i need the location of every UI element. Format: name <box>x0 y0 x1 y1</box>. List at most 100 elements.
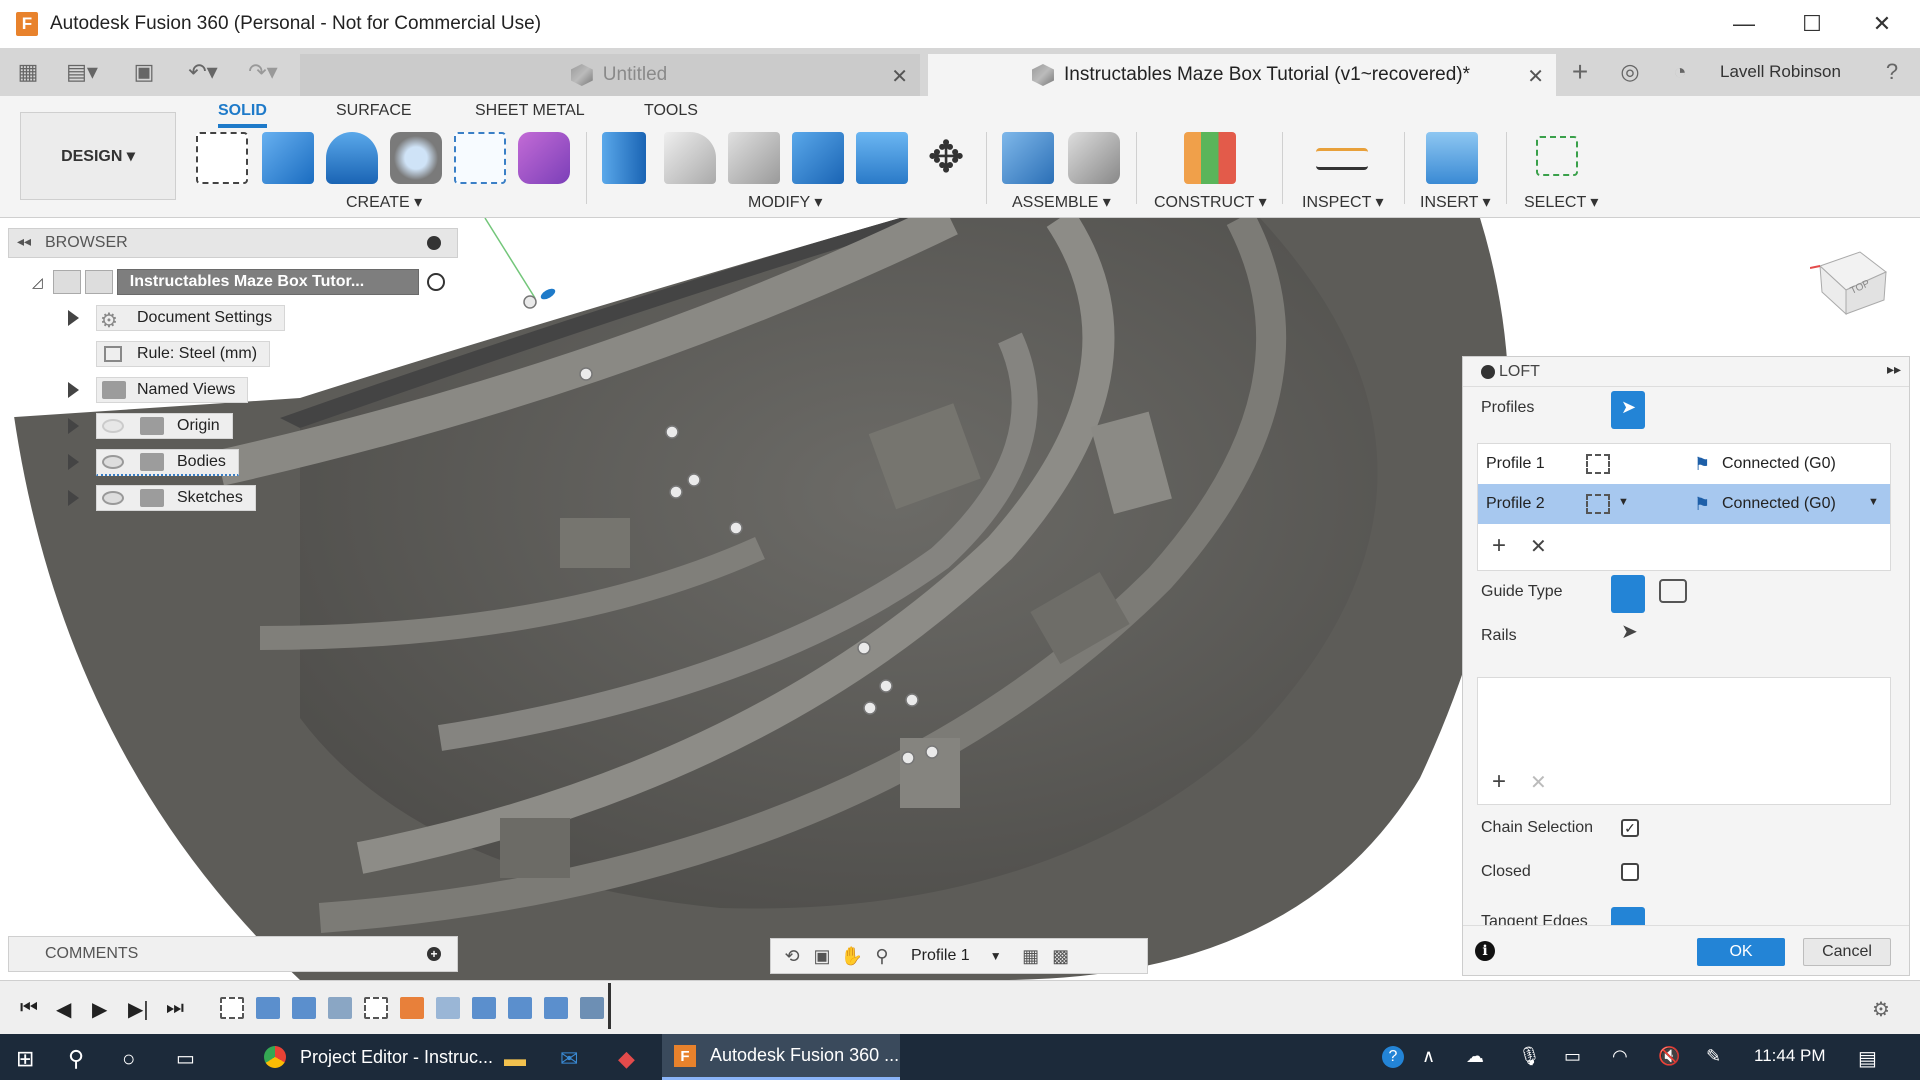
grid-settings-icon[interactable]: ▩ <box>1046 944 1076 968</box>
expand-arrow-icon[interactable] <box>68 418 79 434</box>
pen-icon[interactable]: ✎ <box>1706 1046 1721 1067</box>
revolve-icon[interactable] <box>326 132 378 184</box>
look-at-icon[interactable]: ▣ <box>807 944 837 968</box>
go-to-end-icon[interactable]: ⏭ <box>166 997 184 1020</box>
rectangular-pattern-icon[interactable] <box>454 132 506 184</box>
rails-cursor-icon[interactable]: ➤ <box>1621 619 1638 644</box>
add-comment-icon[interactable]: + <box>427 947 441 961</box>
end-condition-icon[interactable] <box>1586 454 1610 474</box>
windows-start-icon[interactable]: ⊞ <box>16 1046 34 1072</box>
job-status-icon[interactable]: ◎ <box>1614 56 1646 88</box>
search-icon[interactable]: ⚲ <box>68 1046 84 1072</box>
closed-checkbox[interactable] <box>1621 863 1639 881</box>
profiles-select-button[interactable]: ➤ <box>1611 391 1645 429</box>
visibility-hidden-icon[interactable] <box>102 419 124 433</box>
taskbar-item-chrome[interactable]: Project Editor - Instruc... <box>252 1034 652 1080</box>
timeline-marker[interactable] <box>608 983 611 1029</box>
tab-untitled[interactable]: Untitled ✕ <box>300 54 920 96</box>
battery-icon[interactable]: ▭ <box>1564 1046 1581 1067</box>
display-settings-icon[interactable]: ▦ <box>1016 944 1046 968</box>
user-name[interactable]: Lavell Robinson <box>1720 62 1841 82</box>
continuity-value[interactable]: Connected (G0) <box>1722 495 1836 513</box>
offset-feature-icon[interactable] <box>436 997 460 1019</box>
chain-selection-checkbox[interactable]: ✓ <box>1621 819 1639 837</box>
dropdown-arrow-icon[interactable]: ▼ <box>990 949 1002 963</box>
undo-icon[interactable]: ↶▾ <box>180 56 226 88</box>
create-form-icon[interactable] <box>518 132 570 184</box>
collapse-arrow-icon[interactable]: ◿ <box>32 274 43 291</box>
remove-profile-icon[interactable]: ✕ <box>1530 534 1547 559</box>
tab-surface[interactable]: SURFACE <box>336 102 412 120</box>
tangent-edges-merge-button[interactable] <box>1611 907 1645 925</box>
minimize-panel-icon[interactable] <box>427 236 441 250</box>
taskbar-item-fusion[interactable]: F Autodesk Fusion 360 ... <box>662 1034 900 1080</box>
wifi-icon[interactable]: ◠ <box>1612 1046 1628 1067</box>
onedrive-icon[interactable]: ☁ <box>1466 1046 1484 1067</box>
measure-icon[interactable] <box>1316 148 1368 170</box>
orbit-icon[interactable]: ⟲ <box>777 944 807 968</box>
browser-item-bodies[interactable]: Bodies <box>60 448 239 476</box>
visibility-eye-icon[interactable] <box>102 491 124 505</box>
file-explorer-icon[interactable]: ▬ <box>504 1046 526 1072</box>
shell-icon[interactable] <box>792 132 844 184</box>
help-icon[interactable]: ? <box>1876 56 1908 88</box>
new-component-icon[interactable] <box>1002 132 1054 184</box>
browser-item-origin[interactable]: Origin <box>60 412 233 440</box>
revolve-feature-icon[interactable] <box>256 997 280 1019</box>
expand-arrow-icon[interactable] <box>68 382 79 398</box>
create-menu[interactable]: CREATE ▾ <box>346 192 422 212</box>
new-tab-icon[interactable]: + <box>1564 56 1596 88</box>
info-icon[interactable]: i <box>1475 941 1495 961</box>
centerline-guide-icon[interactable] <box>1659 579 1687 603</box>
cancel-button[interactable]: Cancel <box>1803 938 1891 966</box>
construct-menu[interactable]: CONSTRUCT ▾ <box>1154 192 1267 212</box>
task-view-icon[interactable]: ▭ <box>176 1046 195 1071</box>
go-to-start-icon[interactable]: ⏮ <box>20 997 38 1020</box>
volume-muted-icon[interactable]: 🔇 <box>1658 1046 1680 1067</box>
extrude-icon[interactable] <box>262 132 314 184</box>
collapse-dialog-icon[interactable] <box>1481 365 1495 379</box>
expand-arrow-icon[interactable] <box>68 310 79 326</box>
zoom-icon[interactable]: ⚲ <box>867 944 897 968</box>
visibility-eye-icon[interactable] <box>102 455 124 469</box>
assemble-menu[interactable]: ASSEMBLE ▾ <box>1012 192 1111 212</box>
hole-icon[interactable] <box>390 132 442 184</box>
expand-dialog-icon[interactable]: ▸▸ <box>1887 361 1901 378</box>
add-rail-icon[interactable]: + <box>1492 768 1506 796</box>
select-window-icon[interactable] <box>1536 136 1578 176</box>
browser-item-sketches[interactable]: Sketches <box>60 484 256 512</box>
continuity-value[interactable]: Connected (G0) <box>1722 455 1836 473</box>
extrude-feature-icon[interactable] <box>472 997 496 1019</box>
insert-menu[interactable]: INSERT ▾ <box>1420 192 1491 212</box>
close-tab-icon[interactable]: ✕ <box>891 64 908 89</box>
close-window-button[interactable]: ✕ <box>1854 0 1910 48</box>
view-cube[interactable]: TOP <box>1809 246 1890 316</box>
profile-row[interactable]: Profile 1 ⚑ Connected (G0) <box>1478 444 1890 484</box>
ok-button[interactable]: OK <box>1697 938 1785 966</box>
browser-item-document-settings[interactable]: ⚙ Document Settings <box>60 304 286 332</box>
guide-rails-button[interactable] <box>1611 575 1645 613</box>
browser-item-rule[interactable]: Rule: Steel (mm) <box>60 340 271 368</box>
insert-image-icon[interactable] <box>1426 132 1478 184</box>
tab-solid[interactable]: SOLID <box>218 102 267 128</box>
profile-selector[interactable]: Profile 1 <box>911 947 970 965</box>
show-hidden-icons[interactable]: ∧ <box>1422 1046 1435 1067</box>
profile-row[interactable]: Profile 2 ▼ ⚑ Connected (G0) ▼ <box>1478 484 1890 524</box>
sketch-feature-icon[interactable] <box>220 997 244 1019</box>
browser-root-row[interactable]: ◿ Instructables Maze Box Tutor... <box>32 268 445 296</box>
extrude-feature-icon[interactable] <box>292 997 316 1019</box>
modify-menu[interactable]: MODIFY ▾ <box>748 192 822 212</box>
maximize-button[interactable]: ☐ <box>1784 0 1840 48</box>
microphone-icon[interactable]: 🎙 <box>1518 1046 1541 1067</box>
comments-panel[interactable]: COMMENTS + <box>8 936 458 972</box>
select-menu[interactable]: SELECT ▾ <box>1524 192 1598 212</box>
expand-arrow-icon[interactable] <box>68 490 79 506</box>
step-forward-icon[interactable]: ▶| <box>128 997 149 1022</box>
move-icon[interactable]: ✥ <box>920 132 972 184</box>
remove-rail-icon[interactable]: ✕ <box>1530 770 1547 795</box>
pattern-feature-icon[interactable] <box>328 997 352 1019</box>
collapse-panel-icon[interactable]: ◂◂ <box>17 233 31 250</box>
dropdown-arrow-icon[interactable]: ▼ <box>1868 496 1879 508</box>
dropdown-arrow-icon[interactable]: ▼ <box>1618 496 1629 508</box>
inspect-menu[interactable]: INSPECT ▾ <box>1302 192 1384 212</box>
